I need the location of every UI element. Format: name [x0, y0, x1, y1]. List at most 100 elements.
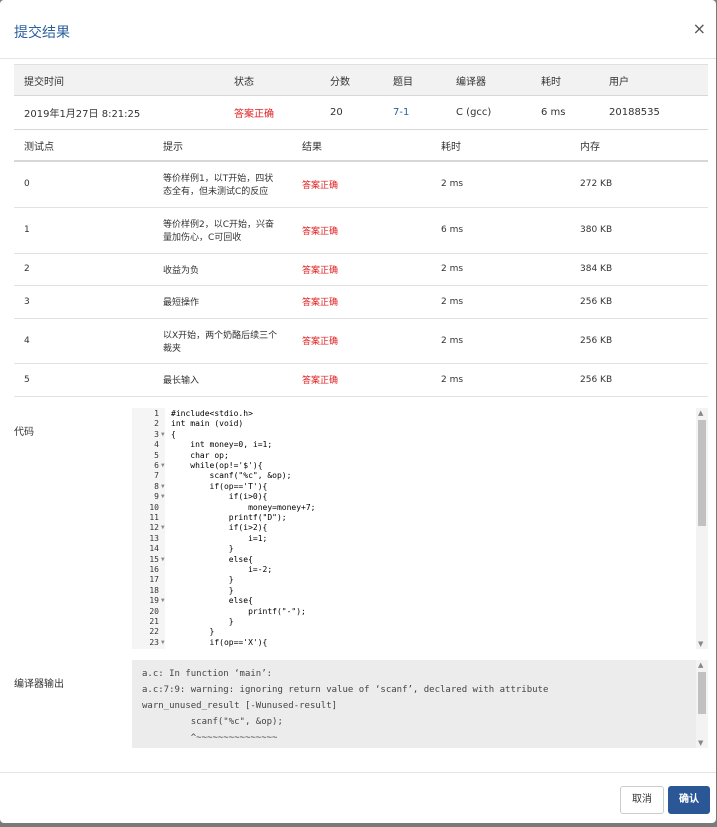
code-line: if(op=='T'){ — [171, 481, 268, 491]
test-time: 2 ms — [431, 161, 570, 208]
line-number: 19 — [149, 596, 159, 606]
code-line: if(i>0){ — [171, 492, 268, 502]
test-hint: 等价样例1，以T开始，四状态全有，但未测试C的反应 — [153, 161, 292, 208]
problem-link[interactable]: 7-1 — [383, 95, 446, 130]
code-line: while(op!='$'){ — [171, 461, 263, 470]
fold-arrow-icon[interactable]: ▼ — [161, 523, 165, 533]
line-number: 14 — [149, 544, 159, 554]
table-row: 1 等价样例2，以C开始，兴奋量加伤心，C可回收 答案正确 6 ms 380 K… — [14, 207, 708, 254]
dialog-title: 提交结果 — [14, 25, 70, 41]
code-line: int main (void) — [171, 419, 244, 429]
compiler-output-label: 编译器输出 — [14, 679, 64, 690]
header-result: 结果 — [292, 130, 431, 162]
line-number: 17 — [149, 575, 159, 585]
scroll-up-icon[interactable]: ▲ — [698, 409, 703, 417]
fold-arrow-icon[interactable]: ▼ — [161, 430, 165, 440]
test-cases-table: 测试点 提示 结果 耗时 内存 0 等价样例1，以T开始，四状态全有，但未测试C… — [14, 130, 708, 397]
cancel-button[interactable]: 取消 — [620, 786, 664, 814]
test-memory: 256 KB — [570, 318, 708, 364]
test-time: 2 ms — [431, 285, 570, 319]
line-number: 5 — [154, 450, 159, 460]
code-line: } — [171, 585, 234, 595]
line-number: 22 — [149, 627, 159, 637]
fold-arrow-icon[interactable]: ▼ — [161, 555, 165, 565]
fold-arrow-icon[interactable]: ▼ — [161, 596, 165, 606]
scroll-down-icon[interactable]: ▼ — [698, 739, 703, 747]
line-number: 18 — [149, 585, 159, 595]
header-hint: 提示 — [153, 130, 292, 162]
close-icon[interactable]: × — [693, 19, 706, 38]
fold-arrow-icon[interactable]: ▼ — [161, 492, 165, 502]
code-line: } — [171, 544, 234, 554]
code-line: #include<stdio.h> — [171, 409, 253, 418]
status-badge: 答案正确 — [224, 95, 320, 130]
test-hint: 等价样例2，以C开始，兴奋量加伤心，C可回收 — [153, 207, 292, 254]
dialog-footer: 取消 确认 — [0, 772, 716, 823]
line-number: 2 — [154, 419, 159, 429]
code-line: } — [171, 617, 234, 626]
scrollbar-thumb[interactable] — [698, 420, 706, 526]
submission-result-dialog: 提交结果 × 提交时间 状态 分数 题目 编译器 耗时 用户 2019年1月27… — [0, 0, 716, 823]
compiler-output-text: a.c: In function ‘main’: a.c:7:9: warnin… — [142, 669, 549, 743]
confirm-button[interactable]: 确认 — [668, 786, 710, 814]
code-line: money=money+7; — [171, 502, 316, 512]
scroll-down-icon[interactable]: ▼ — [698, 640, 703, 648]
test-result: 答案正确 — [292, 285, 431, 319]
fold-arrow-icon[interactable]: ▼ — [161, 482, 165, 492]
header-submit-time: 提交时间 — [14, 64, 224, 96]
test-time: 2 ms — [431, 363, 570, 397]
line-number: 20 — [149, 606, 159, 616]
test-id: 0 — [14, 161, 153, 208]
test-memory: 256 KB — [570, 363, 708, 397]
test-hint: 收益为负 — [153, 253, 292, 286]
test-memory: 384 KB — [570, 253, 708, 286]
line-number: 4 — [154, 440, 159, 450]
code-line: i=1; — [171, 533, 268, 543]
header-user: 用户 — [599, 64, 708, 96]
test-id: 2 — [14, 253, 153, 286]
table-row: 3 最短操作 答案正确 2 ms 256 KB — [14, 285, 708, 319]
code-line: { — [171, 429, 176, 439]
test-time: 6 ms — [431, 207, 570, 254]
compiler-output[interactable]: a.c: In function ‘main’: a.c:7:9: warnin… — [132, 660, 708, 748]
header-score: 分数 — [320, 64, 383, 96]
line-number: 8 — [154, 481, 159, 491]
line-number: 15 — [149, 554, 159, 564]
header-test-point: 测试点 — [14, 130, 153, 162]
line-number: 21 — [149, 617, 159, 626]
line-number: 12 — [149, 523, 159, 533]
fold-arrow-icon[interactable]: ▼ — [161, 638, 165, 648]
header-memory: 内存 — [570, 130, 708, 162]
table-row: 2 收益为负 答案正确 2 ms 384 KB — [14, 253, 708, 286]
header-compiler: 编译器 — [446, 64, 531, 96]
code-line: else{ — [171, 554, 253, 564]
scrollbar-thumb[interactable] — [698, 672, 706, 714]
code-line: if(op=='X'){ — [171, 637, 268, 647]
compiler: C (gcc) — [446, 95, 531, 130]
code-line: printf("D"); — [171, 513, 287, 522]
code-scrollbar[interactable]: ▲ ▼ — [696, 408, 708, 649]
test-result: 答案正确 — [292, 253, 431, 286]
code-editor[interactable]: 1 #include<stdio.h> 2 int main (void) 3 ▼{4 i… — [132, 408, 708, 649]
fold-arrow-icon[interactable]: ▼ — [161, 461, 165, 471]
code-line: int money=0, i=1; — [171, 440, 273, 450]
code-line: i=-2; — [171, 565, 273, 574]
line-number: 10 — [149, 502, 159, 512]
test-id: 4 — [14, 318, 153, 364]
output-scrollbar[interactable]: ▲ ▼ — [696, 660, 708, 748]
line-number: 6 — [154, 461, 159, 470]
line-number: 11 — [149, 513, 159, 522]
code-label: 代码 — [14, 427, 34, 438]
scroll-up-icon[interactable]: ▲ — [698, 661, 703, 669]
table-row: 5 最长输入 答案正确 2 ms 256 KB — [14, 363, 708, 397]
line-number: 7 — [154, 471, 159, 481]
user: 20188535 — [599, 95, 708, 130]
code-line: scanf("%c", &op); — [171, 471, 292, 481]
test-result: 答案正确 — [292, 161, 431, 208]
table-row: 4 以X开始，两个奶酪后续三个裁夹 答案正确 2 ms 256 KB — [14, 318, 708, 364]
code-line: } — [171, 627, 215, 637]
test-time: 2 ms — [431, 253, 570, 286]
submit-time: 2019年1月27日 8:21:25 — [14, 95, 224, 130]
test-id: 5 — [14, 363, 153, 397]
line-number: 9 — [154, 492, 159, 502]
